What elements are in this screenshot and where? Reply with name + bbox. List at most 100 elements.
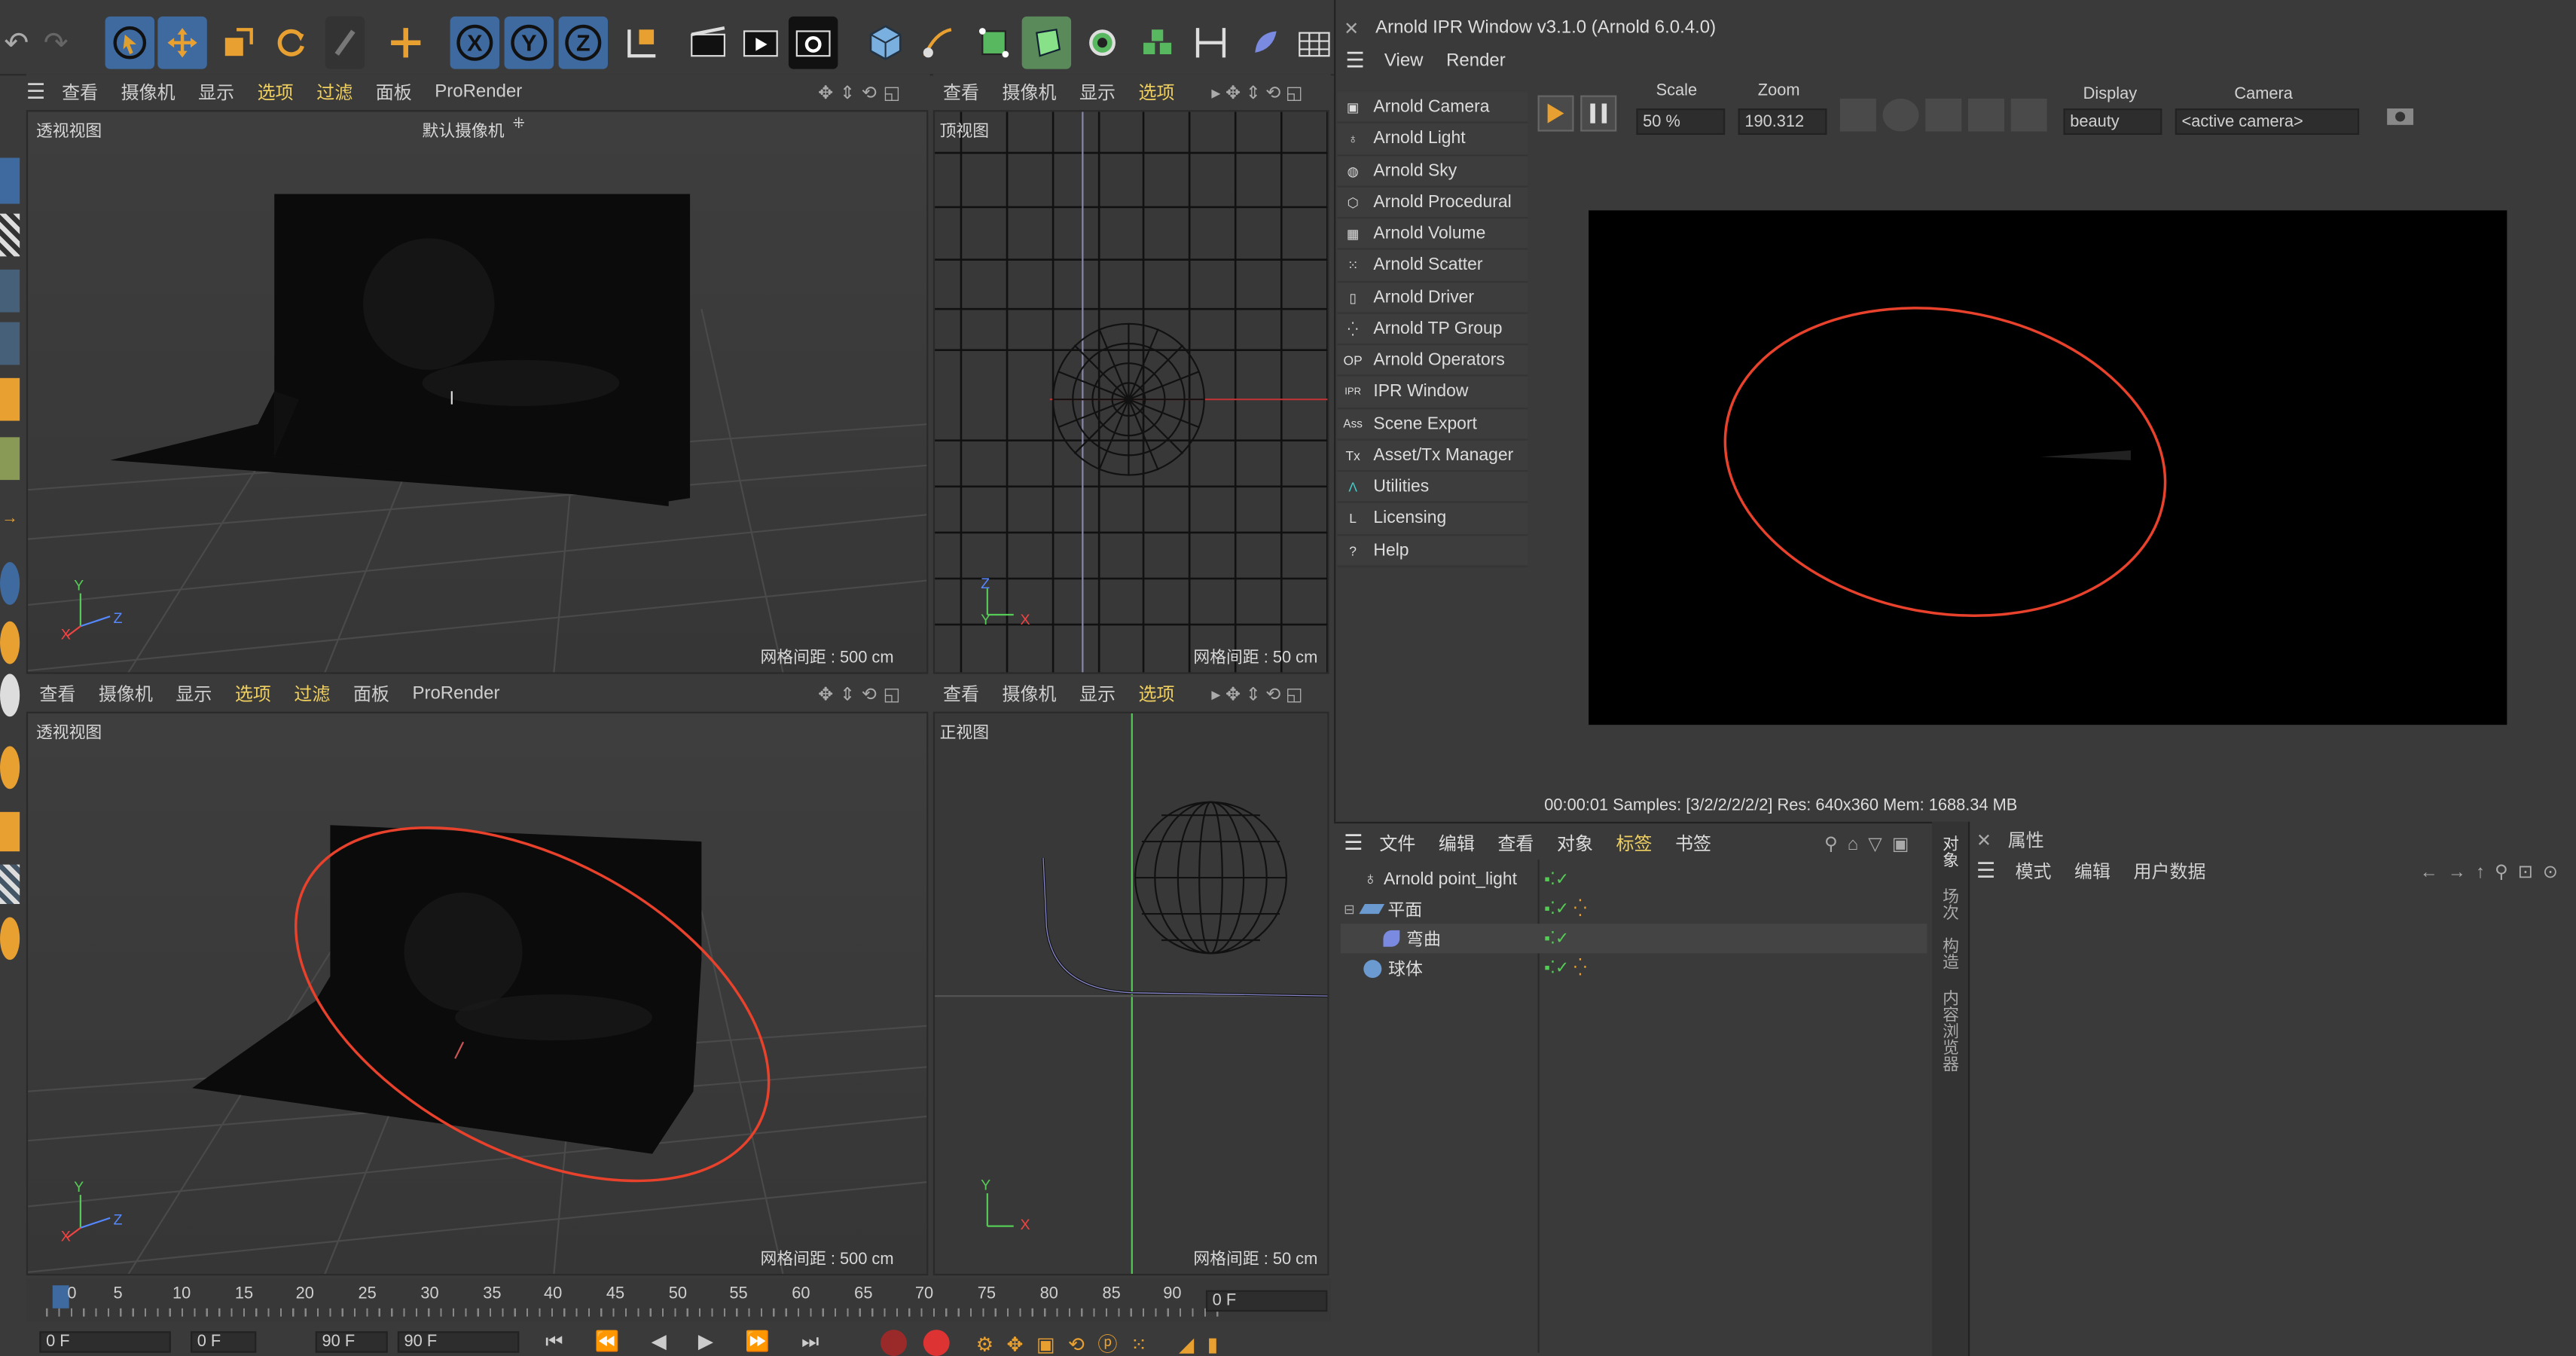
preview-min-field[interactable]: 0 F xyxy=(191,1331,257,1353)
region-icon[interactable] xyxy=(1925,98,1962,132)
render-view-icon[interactable] xyxy=(683,16,733,69)
viewport-br[interactable]: 正视图 Y X 网格间距 : 50 cm xyxy=(932,711,1329,1276)
globe-icon[interactable] xyxy=(1882,98,1919,132)
display-select[interactable]: beauty xyxy=(2063,108,2162,135)
preview-max-field[interactable]: 90 F xyxy=(315,1331,388,1353)
coordinate-system-icon[interactable] xyxy=(618,16,667,69)
axis-mode-icon[interactable]: → xyxy=(0,496,20,539)
viewport-bl[interactable]: 透视视图 Y Z X 网格间距 : 500 cm xyxy=(26,711,929,1276)
arnold-driver-item[interactable]: ▯ Arnold Driver xyxy=(1337,282,1528,314)
menu-edit[interactable]: 编辑 xyxy=(1439,830,1475,857)
x-axis-icon[interactable]: X xyxy=(450,16,500,69)
menu-user-data[interactable]: 用户数据 xyxy=(2134,858,2206,884)
snap-icon[interactable] xyxy=(0,562,20,605)
ipr-view-icons[interactable] xyxy=(1839,98,2054,132)
visibility-checks[interactable]: ▪⁚✓ ⁛ xyxy=(1544,900,1586,918)
subdivision-icon[interactable] xyxy=(969,16,1019,69)
scale-icon[interactable] xyxy=(213,16,263,69)
keyframe-record-icon[interactable] xyxy=(881,1330,907,1356)
menu-mode[interactable]: 模式 xyxy=(2015,858,2051,884)
hamburger-icon[interactable]: ☰ xyxy=(1345,47,1364,74)
nav-icons[interactable]: ▸✥⇕⟲◱ xyxy=(1211,683,1308,704)
undo-icon[interactable]: ↶ xyxy=(0,23,33,63)
workplane-icon[interactable] xyxy=(0,621,20,664)
paint-icon[interactable] xyxy=(0,746,20,789)
menu-camera[interactable]: 摄像机 xyxy=(99,680,153,707)
mograph-cloner-icon[interactable] xyxy=(1077,16,1128,69)
ipr-pause-button[interactable] xyxy=(1580,95,1617,132)
deformer-icon[interactable] xyxy=(1241,16,1292,69)
tab-content-browser[interactable]: 内容浏览器 xyxy=(1935,989,1960,1071)
visibility-checks[interactable]: ▪⁚✓ xyxy=(1544,870,1569,888)
redo-icon[interactable]: ↷ xyxy=(39,23,72,63)
extrude-icon[interactable] xyxy=(1021,16,1072,69)
render-picture-viewer-icon[interactable] xyxy=(736,16,786,69)
help-item[interactable]: ? Help xyxy=(1337,535,1528,567)
playback-controls[interactable]: ⏮ ⏪ ◀ ▶ ⏩ ⏭ xyxy=(545,1330,857,1356)
polygon-mode-icon[interactable] xyxy=(0,377,20,421)
ipr-render-area[interactable] xyxy=(1534,151,2576,793)
z-axis-icon[interactable]: Z xyxy=(558,16,609,69)
lock-icon[interactable] xyxy=(0,673,20,717)
hamburger-icon[interactable]: ☰ xyxy=(1976,858,1995,884)
point-mode-icon[interactable] xyxy=(0,269,20,313)
arnold-operators-item[interactable]: OP Arnold Operators xyxy=(1337,345,1528,377)
hamburger-icon[interactable]: ☰ xyxy=(1344,830,1363,857)
menu-view[interactable]: 查看 xyxy=(39,680,75,707)
nav-icons[interactable]: ▸✥⇕⟲◱ xyxy=(1211,81,1308,102)
menu-panel[interactable]: 面板 xyxy=(353,680,389,707)
menu-options[interactable]: 选项 xyxy=(1139,680,1175,707)
autokey-icon[interactable] xyxy=(923,1330,950,1356)
menu-edit[interactable]: 编辑 xyxy=(2074,858,2111,884)
pencil-icon[interactable] xyxy=(2010,98,2047,132)
start-frame-field[interactable]: 0 F xyxy=(39,1331,171,1353)
menu-display[interactable]: 显示 xyxy=(175,680,212,707)
y-axis-icon[interactable]: Y xyxy=(504,16,554,69)
floor-icon[interactable] xyxy=(1294,16,1335,69)
edge-mode-icon[interactable] xyxy=(0,322,20,365)
cube-icon[interactable] xyxy=(860,16,911,69)
utilities-item[interactable]: Λ Utilities xyxy=(1337,472,1528,504)
edit-mode-icon[interactable] xyxy=(0,157,20,204)
uv-mode-icon[interactable] xyxy=(0,437,20,481)
ipr-window-item[interactable]: IPR IPR Window xyxy=(1337,377,1528,409)
nav-icons[interactable]: ✥⇕⟲◱ xyxy=(818,683,907,704)
arnold-volume-item[interactable]: ▦ Arnold Volume xyxy=(1337,218,1528,251)
menu-view[interactable]: View xyxy=(1384,51,1424,71)
menu-camera[interactable]: 摄像机 xyxy=(1002,79,1056,105)
tab-takes[interactable]: 场次 xyxy=(1935,887,1960,921)
menu-panel[interactable]: 面板 xyxy=(376,79,412,105)
menu-prorender[interactable]: ProRender xyxy=(435,82,522,102)
menu-render[interactable]: Render xyxy=(1446,51,1506,71)
search-icon[interactable]: ⚲⌂▽▣ xyxy=(1824,832,1919,854)
tab-structure[interactable]: 构造 xyxy=(1935,937,1960,970)
menu-view[interactable]: 查看 xyxy=(62,79,98,105)
menu-object[interactable]: 对象 xyxy=(1557,830,1593,857)
asset-tx-manager-item[interactable]: Tx Asset/Tx Manager xyxy=(1337,440,1528,472)
snapshot-icon[interactable] xyxy=(2382,99,2419,132)
menu-options[interactable]: 选项 xyxy=(235,680,271,707)
object-row-light[interactable]: ♁ Arnold point_light ▪⁚✓ xyxy=(1341,865,1927,894)
current-frame-field[interactable]: 0 F xyxy=(1205,1290,1328,1312)
menu-bookmarks[interactable]: 书签 xyxy=(1675,830,1711,857)
pen-icon[interactable] xyxy=(913,16,963,69)
arnold-camera-item[interactable]: ▣ Arnold Camera xyxy=(1337,92,1528,124)
scene-export-item[interactable]: Ass Scene Export xyxy=(1337,408,1528,441)
menu-options[interactable]: 选项 xyxy=(1139,79,1175,105)
display-window-icon[interactable] xyxy=(1839,98,1876,132)
visibility-checks[interactable]: ▪⁚✓ xyxy=(1544,930,1569,948)
camera-select[interactable]: <active camera> xyxy=(2175,108,2360,135)
checker-icon[interactable] xyxy=(0,213,20,257)
menu-file[interactable]: 文件 xyxy=(1379,830,1415,857)
menu-options[interactable]: 选项 xyxy=(258,79,294,105)
ipr-play-button[interactable] xyxy=(1537,95,1574,132)
menu-filter[interactable]: 过滤 xyxy=(316,79,353,105)
menu-view[interactable]: 查看 xyxy=(1497,830,1534,857)
arnold-procedural-item[interactable]: ⬡ Arnold Procedural xyxy=(1337,187,1528,219)
menu-prorender[interactable]: ProRender xyxy=(412,684,499,704)
arnold-light-item[interactable]: ♁ Arnold Light xyxy=(1337,124,1528,156)
array-icon[interactable] xyxy=(1133,16,1183,69)
arnold-scatter-item[interactable]: ⁙ Arnold Scatter xyxy=(1337,250,1528,282)
menu-camera[interactable]: 摄像机 xyxy=(121,79,175,105)
object-row-sphere[interactable]: 球体 ▪⁚✓ ⁛ xyxy=(1341,953,1927,982)
